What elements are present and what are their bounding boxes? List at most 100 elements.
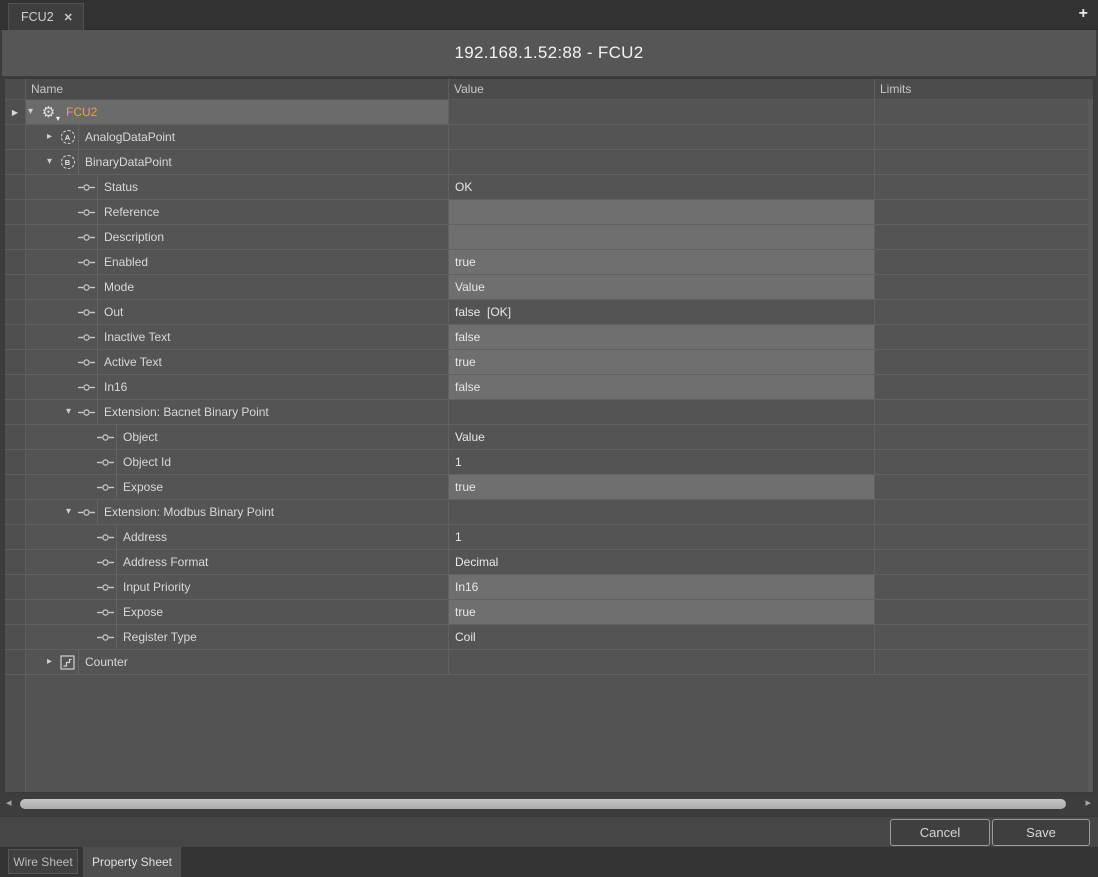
- tree-name-cell[interactable]: Status: [26, 175, 449, 200]
- value-cell: Value: [449, 275, 875, 300]
- expander-icon[interactable]: ▸: [47, 132, 59, 142]
- property-icon: [78, 379, 95, 396]
- row-selector[interactable]: [5, 550, 26, 575]
- tree-name-cell[interactable]: Object: [26, 425, 449, 450]
- row-label: Address Format: [116, 550, 208, 575]
- value-field[interactable]: true: [449, 475, 874, 499]
- limits-cell: [875, 100, 1093, 125]
- value-field: 1: [449, 450, 874, 474]
- row-selector[interactable]: [5, 650, 26, 675]
- row-selector[interactable]: [5, 300, 26, 325]
- tree-name-cell[interactable]: ▾ Extension: Modbus Binary Point: [26, 500, 449, 525]
- tree-name-cell[interactable]: Expose: [26, 475, 449, 500]
- tab-property-sheet[interactable]: Property Sheet: [83, 847, 181, 877]
- value-field[interactable]: true: [449, 250, 874, 274]
- row-selector[interactable]: ▶: [5, 100, 26, 125]
- row-label: Active Text: [97, 350, 162, 375]
- tree-name-cell[interactable]: Active Text: [26, 350, 449, 375]
- tree-name-cell[interactable]: Enabled: [26, 250, 449, 275]
- value-field[interactable]: Value: [449, 275, 874, 299]
- expander-icon[interactable]: ▾: [28, 107, 40, 117]
- property-icon: [78, 304, 95, 321]
- row-selector[interactable]: [5, 200, 26, 225]
- row-selector[interactable]: [5, 475, 26, 500]
- row-value: true: [455, 605, 476, 619]
- tree-name-cell[interactable]: Inactive Text: [26, 325, 449, 350]
- tree-name-cell[interactable]: ▾ ⚙▾ FCU2: [26, 100, 449, 125]
- row-selector[interactable]: [5, 175, 26, 200]
- value-field[interactable]: false: [449, 325, 874, 349]
- tree-name-cell[interactable]: Reference: [26, 200, 449, 225]
- tree-name-cell[interactable]: Object Id: [26, 450, 449, 475]
- row-selector[interactable]: [5, 450, 26, 475]
- value-field[interactable]: false: [449, 375, 874, 399]
- add-tab-icon[interactable]: +: [1079, 5, 1088, 23]
- row-selector[interactable]: [5, 350, 26, 375]
- row-label: Mode: [97, 275, 134, 300]
- close-icon[interactable]: ✕: [64, 11, 73, 24]
- row-selector[interactable]: [5, 525, 26, 550]
- tree-name-cell[interactable]: ▾ Extension: Bacnet Binary Point: [26, 400, 449, 425]
- tree-name-cell[interactable]: Input Priority: [26, 575, 449, 600]
- vertical-scrollbar-track[interactable]: [1088, 100, 1093, 792]
- scroll-left-icon[interactable]: ◂: [6, 796, 12, 809]
- row-selector[interactable]: [5, 400, 26, 425]
- row-selector[interactable]: [5, 275, 26, 300]
- expander-icon[interactable]: ▾: [66, 507, 78, 517]
- row-selector[interactable]: [5, 150, 26, 175]
- tree-name-cell[interactable]: Register Type: [26, 625, 449, 650]
- value-field[interactable]: [449, 200, 874, 224]
- scrollbar-thumb[interactable]: [20, 799, 1066, 809]
- row-selector[interactable]: [5, 250, 26, 275]
- value-cell: 1: [449, 525, 875, 550]
- tree-name-cell[interactable]: ▸ Counter: [26, 650, 449, 675]
- row-selector[interactable]: [5, 425, 26, 450]
- header-cell-name[interactable]: Name: [26, 79, 449, 99]
- tab-wire-sheet[interactable]: Wire Sheet: [8, 849, 78, 874]
- value-cell: [449, 100, 875, 125]
- save-button[interactable]: Save: [992, 819, 1090, 846]
- row-label: Inactive Text: [97, 325, 170, 350]
- tab-fcu2[interactable]: FCU2 ✕: [8, 3, 84, 30]
- expander-icon[interactable]: ▾: [66, 407, 78, 417]
- value-cell: [449, 500, 875, 525]
- row-selector[interactable]: [5, 625, 26, 650]
- value-field[interactable]: true: [449, 600, 874, 624]
- header-cell-limits[interactable]: Limits: [875, 79, 1093, 99]
- cancel-button[interactable]: Cancel: [890, 819, 990, 846]
- tree-name-cell[interactable]: Description: [26, 225, 449, 250]
- expander-icon[interactable]: ▾: [47, 157, 59, 167]
- row-label: Enabled: [97, 250, 148, 275]
- tree-name-cell[interactable]: ▾ B BinaryDataPoint: [26, 150, 449, 175]
- row-label: FCU2: [59, 100, 97, 125]
- row-value: true: [455, 355, 476, 369]
- horizontal-scrollbar[interactable]: ◂ ▸: [0, 793, 1098, 816]
- tree-name-cell[interactable]: Expose: [26, 600, 449, 625]
- row-selector[interactable]: [5, 600, 26, 625]
- value-field[interactable]: [449, 225, 874, 249]
- row-selector[interactable]: [5, 375, 26, 400]
- header-cell-value[interactable]: Value: [449, 79, 875, 99]
- row-label: Expose: [116, 600, 163, 625]
- property-icon: [78, 329, 95, 346]
- tree-name-cell[interactable]: Mode: [26, 275, 449, 300]
- tree-name-cell[interactable]: Address Format: [26, 550, 449, 575]
- expander-icon[interactable]: ▸: [47, 657, 59, 667]
- tree-name-cell[interactable]: ▸ A AnalogDataPoint: [26, 125, 449, 150]
- row-selector[interactable]: [5, 500, 26, 525]
- value-field[interactable]: In16: [449, 575, 874, 599]
- tree-name-cell[interactable]: Out: [26, 300, 449, 325]
- row-selector[interactable]: [5, 325, 26, 350]
- row-selector[interactable]: [5, 575, 26, 600]
- row-selector[interactable]: [5, 225, 26, 250]
- scroll-right-icon[interactable]: ▸: [1085, 796, 1091, 809]
- property-icon: [97, 454, 114, 471]
- row-selector[interactable]: [5, 125, 26, 150]
- row-value: Value: [455, 280, 485, 294]
- tree-name-cell[interactable]: Address: [26, 525, 449, 550]
- property-icon: [78, 229, 95, 246]
- value-field[interactable]: true: [449, 350, 874, 374]
- tree-name-cell[interactable]: In16: [26, 375, 449, 400]
- table-row: ▾ Extension: Bacnet Binary Point: [5, 400, 1093, 425]
- table-row: In16 false: [5, 375, 1093, 400]
